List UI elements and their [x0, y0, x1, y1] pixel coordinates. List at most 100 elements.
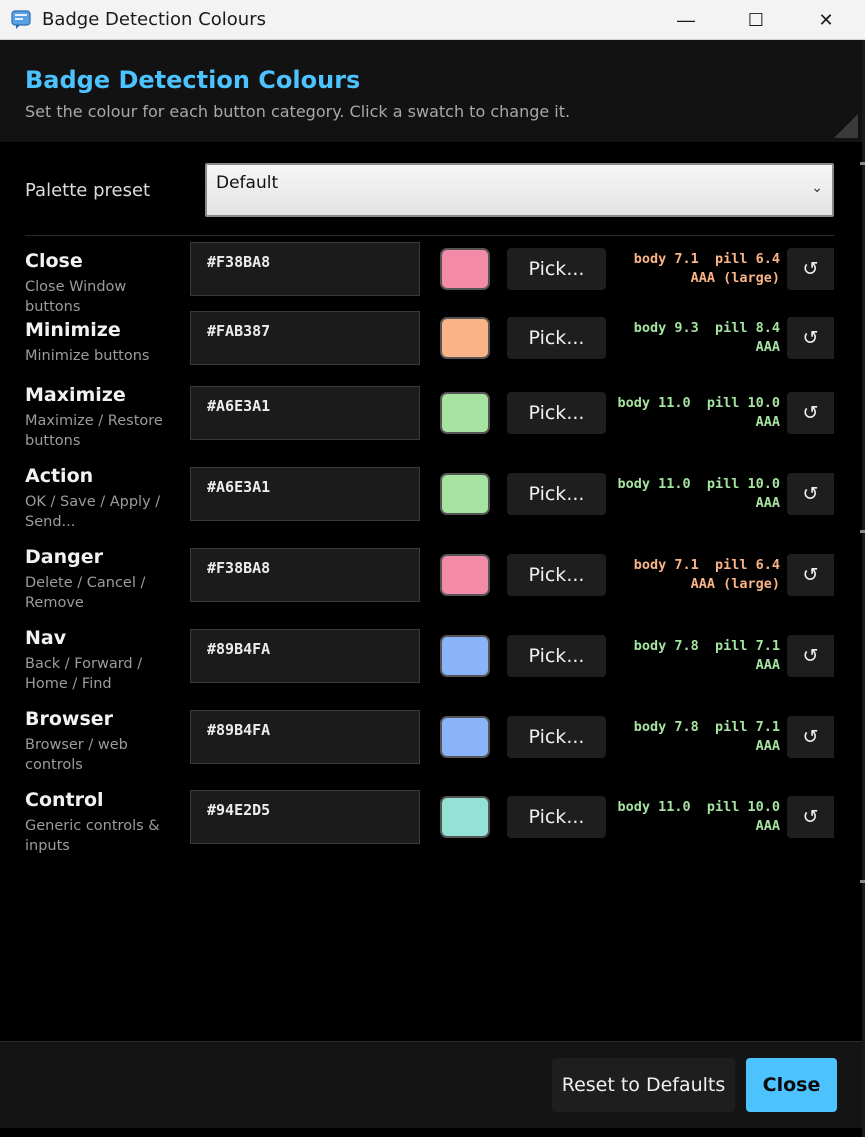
hex-input[interactable]: #F38BA8 — [190, 242, 420, 296]
category-description: Close Window buttons — [25, 279, 127, 315]
category-row-browser: Browser Browser / web controls #89B4FA Pick… — [0, 708, 865, 789]
hex-value: #94E2D5 — [207, 801, 271, 819]
category-name: Close — [25, 250, 83, 272]
reset-icon: ↺ — [802, 806, 819, 828]
pick-colour-button[interactable]: Pick... — [507, 473, 606, 515]
colour-swatch[interactable] — [440, 473, 490, 515]
category-name: Minimize — [25, 319, 121, 341]
reset-colour-button[interactable]: ↺ — [787, 473, 834, 515]
contrast-readout: body 11.0 pill 10.0 AAA — [617, 798, 780, 836]
hex-input[interactable]: #89B4FA — [190, 710, 420, 764]
window-title: Badge Detection Colours — [42, 9, 266, 30]
hex-input[interactable]: #A6E3A1 — [190, 467, 420, 521]
dialog-header: Badge Detection Colours Set the colour f… — [0, 40, 862, 142]
colour-swatch[interactable] — [440, 796, 490, 838]
contrast-ratios: body 7.8 pill 7.1 — [633, 638, 780, 654]
reset-to-defaults-button[interactable]: Reset to Defaults — [552, 1058, 735, 1112]
category-description: Browser / web controls — [25, 737, 128, 773]
category-row-nav: Nav Back / Forward / Home / Find #89B4FA Pi… — [0, 627, 865, 708]
colour-swatch[interactable] — [440, 554, 490, 596]
pick-colour-button[interactable]: Pick... — [507, 716, 606, 758]
category-description: Delete / Cancel / Remove — [25, 575, 146, 611]
reset-colour-button[interactable]: ↺ — [787, 635, 834, 677]
contrast-readout: body 11.0 pill 10.0 AAA — [617, 394, 780, 432]
reset-icon: ↺ — [802, 726, 819, 748]
contrast-ratios: body 7.1 pill 6.4 — [633, 251, 780, 267]
hex-input[interactable]: #FAB387 — [190, 311, 420, 365]
hex-input[interactable]: #89B4FA — [190, 629, 420, 683]
contrast-grade: AAA (large) — [690, 270, 780, 286]
reset-colour-button[interactable]: ↺ — [787, 716, 834, 758]
contrast-ratios: body 11.0 pill 10.0 — [617, 476, 780, 492]
close-window-button[interactable]: ✕ — [791, 0, 861, 40]
palette-preset-label: Palette preset — [25, 180, 151, 201]
maximize-window-button[interactable]: ☐ — [721, 0, 791, 40]
resize-grip-icon[interactable] — [834, 114, 858, 138]
pick-colour-button[interactable]: Pick... — [507, 248, 606, 290]
hex-value: #89B4FA — [207, 721, 271, 739]
category-name: Danger — [25, 546, 103, 568]
hex-value: #89B4FA — [207, 640, 271, 658]
minimize-window-button[interactable]: — — [651, 0, 721, 40]
contrast-ratios: body 11.0 pill 10.0 — [617, 395, 780, 411]
contrast-ratios: body 7.1 pill 6.4 — [633, 557, 780, 573]
reset-colour-button[interactable]: ↺ — [787, 248, 834, 290]
app-icon — [11, 10, 31, 29]
reset-colour-button[interactable]: ↺ — [787, 317, 834, 359]
hex-value: #A6E3A1 — [207, 478, 271, 496]
contrast-ratios: body 11.0 pill 10.0 — [617, 799, 780, 815]
edge-tick — [860, 162, 865, 165]
category-name: Browser — [25, 708, 114, 730]
category-description: Maximize / Restore buttons — [25, 413, 163, 449]
pick-colour-button[interactable]: Pick... — [507, 635, 606, 677]
chevron-down-icon: ⌄ — [811, 179, 823, 195]
contrast-grade: AAA — [755, 495, 780, 511]
category-description: Back / Forward / Home / Find — [25, 656, 143, 692]
colour-swatch[interactable] — [440, 716, 490, 758]
colour-swatch[interactable] — [440, 317, 490, 359]
edge-tick — [860, 530, 865, 533]
contrast-readout: body 11.0 pill 10.0 AAA — [617, 475, 780, 513]
reset-icon: ↺ — [802, 327, 819, 349]
hex-input[interactable]: #A6E3A1 — [190, 386, 420, 440]
reset-colour-button[interactable]: ↺ — [787, 554, 834, 596]
contrast-grade: AAA — [755, 339, 780, 355]
pick-colour-button[interactable]: Pick... — [507, 392, 606, 434]
close-button[interactable]: Close — [746, 1058, 837, 1112]
hex-input[interactable]: #F38BA8 — [190, 548, 420, 602]
contrast-grade: AAA — [755, 738, 780, 754]
contrast-grade: AAA (large) — [690, 576, 780, 592]
colour-swatch[interactable] — [440, 392, 490, 434]
hex-value: #F38BA8 — [207, 559, 271, 577]
palette-preset-select[interactable]: Default ⌄ — [205, 163, 834, 217]
reset-colour-button[interactable]: ↺ — [787, 392, 834, 434]
contrast-grade: AAA — [755, 414, 780, 430]
palette-preset-value: Default — [216, 173, 279, 193]
reset-icon: ↺ — [802, 258, 819, 280]
hex-value: #FAB387 — [207, 322, 271, 340]
colour-swatch[interactable] — [440, 248, 490, 290]
hex-value: #A6E3A1 — [207, 397, 271, 415]
maximize-icon: ☐ — [747, 9, 765, 30]
reset-colour-button[interactable]: ↺ — [787, 796, 834, 838]
contrast-grade: AAA — [755, 818, 780, 834]
pick-colour-button[interactable]: Pick... — [507, 554, 606, 596]
contrast-ratios: body 9.3 pill 8.4 — [633, 320, 780, 336]
category-description: OK / Save / Apply / Send... — [25, 494, 161, 530]
pick-colour-button[interactable]: Pick... — [507, 317, 606, 359]
contrast-readout: body 9.3 pill 8.4 AAA — [634, 319, 780, 357]
reset-icon: ↺ — [802, 483, 819, 505]
colour-swatch[interactable] — [440, 635, 490, 677]
category-name: Control — [25, 789, 104, 811]
category-row-action: Action OK / Save / Apply / Send... #A6E3A1… — [0, 465, 865, 546]
category-row-maximize: Maximize Maximize / Restore buttons #A6E3A… — [0, 384, 865, 465]
category-name: Nav — [25, 627, 67, 649]
category-name: Maximize — [25, 384, 126, 406]
contrast-readout: body 7.8 pill 7.1 AAA — [634, 718, 780, 756]
category-row-danger: Danger Delete / Cancel / Remove #F38BA8 Pic… — [0, 546, 865, 627]
pick-colour-button[interactable]: Pick... — [507, 796, 606, 838]
divider — [25, 235, 834, 236]
hex-input[interactable]: #94E2D5 — [190, 790, 420, 844]
category-name: Action — [25, 465, 94, 487]
window-edge-bottom — [0, 1128, 862, 1137]
